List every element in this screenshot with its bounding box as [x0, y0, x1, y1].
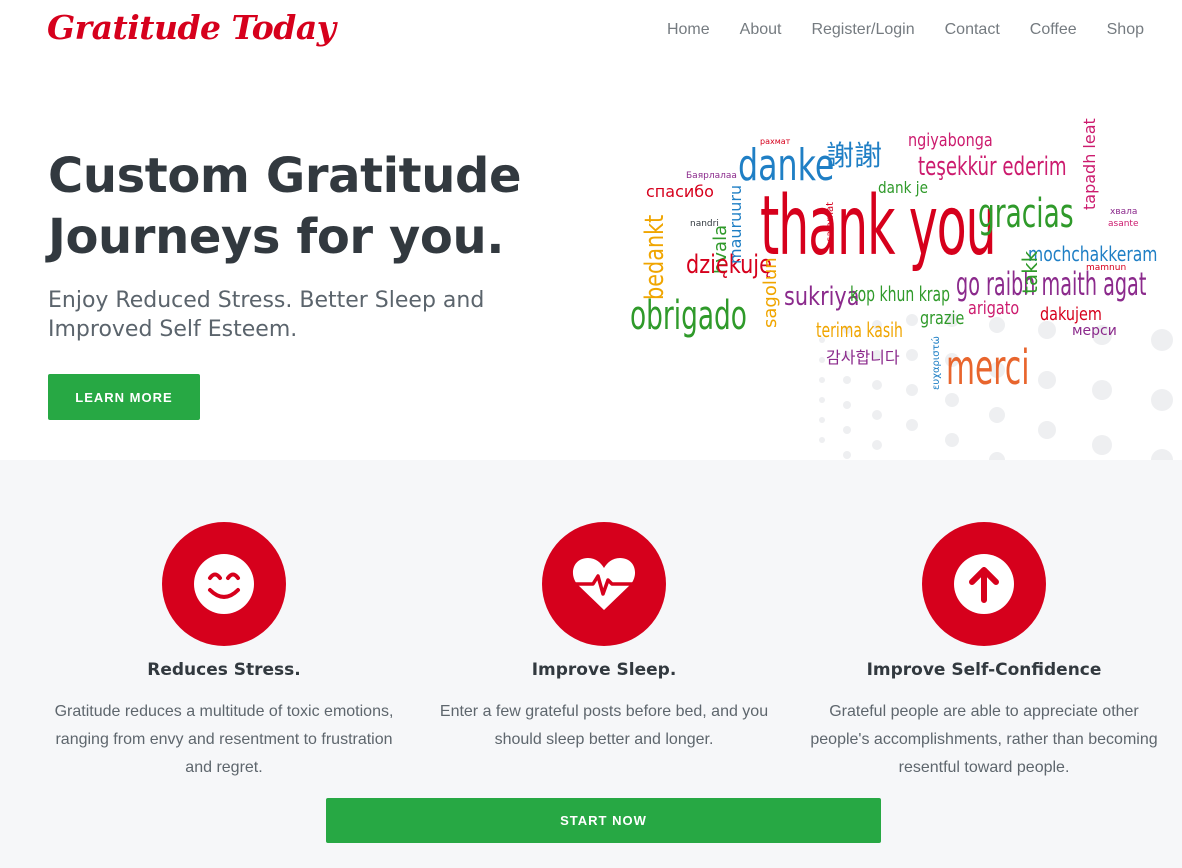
- word-cloud-word: mauruuru: [726, 184, 745, 264]
- word-cloud-word: tapadh leat: [1080, 118, 1099, 210]
- word-cloud-word: 감사합니다: [826, 348, 900, 367]
- thank-you-word-cloud: danke 謝謝 ngiyabonga teşekkür ederim спас…: [620, 118, 1160, 404]
- word-cloud-word: mamnun: [1086, 263, 1127, 273]
- learn-more-button[interactable]: LEARN MORE: [48, 374, 200, 420]
- features-section: Reduces Stress. Gratitude reduces a mult…: [0, 460, 1182, 868]
- feature-improve-sleep: Improve Sleep. Enter a few grateful post…: [424, 522, 784, 754]
- nav-coffee[interactable]: Coffee: [1030, 20, 1077, 40]
- hero-title: Custom Gratitude Journeys for you.: [48, 148, 522, 265]
- word-cloud-word: teşekkür ederim: [918, 152, 1067, 182]
- word-cloud-word: obrigado: [630, 293, 747, 339]
- word-cloud-word: ngiyabonga: [908, 130, 993, 151]
- feature-text: Enter a few grateful posts before bed, a…: [439, 703, 769, 748]
- word-cloud-word: kop khun krap: [850, 282, 951, 306]
- word-cloud-word: мерси: [1072, 323, 1117, 339]
- nav-contact[interactable]: Contact: [945, 20, 1000, 40]
- word-cloud-word: asante: [1108, 219, 1139, 229]
- main-nav: Home About Register/Login Contact Coffee…: [667, 20, 1144, 40]
- nav-about[interactable]: About: [740, 20, 782, 40]
- heartbeat-icon: [542, 522, 666, 646]
- site-logo[interactable]: Gratitude Today: [47, 8, 336, 47]
- word-cloud-word: thank you: [760, 179, 997, 274]
- word-cloud-word: terima kasih: [816, 318, 903, 342]
- site-header: Gratitude Today Home About Register/Logi…: [0, 0, 1182, 80]
- word-cloud-word: arigato: [968, 298, 1020, 319]
- word-cloud-word: ευχαριστώ: [931, 335, 942, 390]
- word-cloud-word: dank je: [878, 178, 928, 197]
- smile-icon: [162, 522, 286, 646]
- start-now-button[interactable]: START NOW: [326, 798, 881, 843]
- word-cloud-word: grazie: [920, 308, 965, 329]
- word-cloud-word: gracias: [978, 191, 1074, 237]
- word-cloud-word: рахмат: [760, 137, 791, 146]
- word-cloud-word: спасибо: [646, 182, 714, 201]
- feature-improve-self-confidence: Improve Self-Confidence Grateful people …: [804, 522, 1164, 782]
- word-cloud-word: 謝謝: [826, 139, 883, 172]
- hero-subtitle: Enjoy Reduced Stress. Better Sleep and I…: [48, 288, 485, 342]
- hero-section: Custom Gratitude Journeys for you. Enjoy…: [0, 80, 1182, 460]
- word-cloud-word: nandri: [690, 219, 719, 229]
- nav-home[interactable]: Home: [667, 20, 710, 40]
- word-cloud-word: salamat: [825, 201, 836, 242]
- word-cloud-word: takk: [1018, 250, 1042, 294]
- word-cloud-word: bedankt: [640, 214, 670, 300]
- word-cloud-word: хвала: [1110, 207, 1138, 217]
- feature-title: Improve Sleep.: [531, 660, 677, 680]
- word-cloud-word: sagolun: [760, 257, 781, 328]
- arrow-up-icon: [922, 522, 1046, 646]
- word-cloud-word: sukriya: [784, 282, 860, 312]
- word-cloud-word: mochchakkeram: [1028, 242, 1158, 266]
- nav-register-login[interactable]: Register/Login: [811, 20, 914, 40]
- feature-title: Reduces Stress.: [147, 660, 301, 680]
- feature-reduces-stress: Reduces Stress. Gratitude reduces a mult…: [44, 522, 404, 782]
- feature-title: Improve Self-Confidence: [866, 660, 1102, 680]
- nav-shop[interactable]: Shop: [1107, 20, 1144, 40]
- word-cloud-word: dakujem: [1040, 304, 1102, 325]
- word-cloud-word: merci: [946, 340, 1030, 396]
- word-cloud-word: Баярлалаа: [686, 171, 737, 181]
- feature-text: Grateful people are able to appreciate o…: [810, 703, 1158, 776]
- feature-text: Gratitude reduces a multitude of toxic e…: [54, 703, 394, 776]
